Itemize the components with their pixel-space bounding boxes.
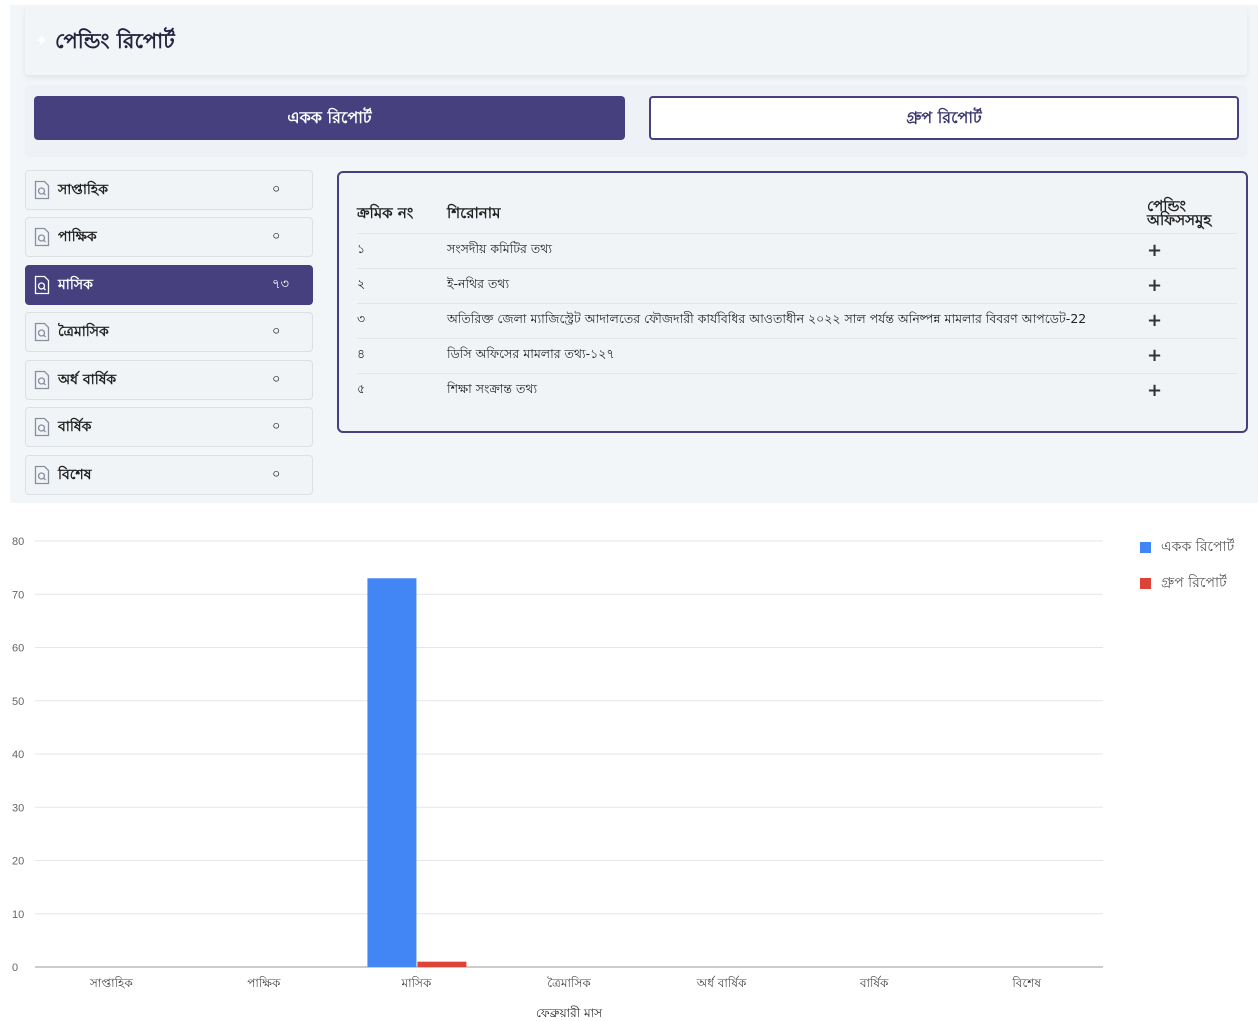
sidebar-item[interactable]: পাক্ষিক ০: [25, 217, 313, 257]
cell-title: ই-নথির তথ্য: [447, 268, 1147, 304]
legend-label: একক রিপোর্ট: [1161, 539, 1235, 555]
y-tick-label: 20: [12, 856, 24, 868]
y-tick-label: 0: [12, 962, 18, 974]
legend-label: গ্রুপ রিপোর্ট: [1161, 575, 1227, 591]
chart-legend: একক রিপোর্ট গ্রুপ রিপোর্ট: [1140, 537, 1234, 609]
legend-item[interactable]: একক রিপোর্ট: [1140, 537, 1234, 557]
legend-swatch: [1140, 577, 1151, 589]
x-tick-label: পাক্ষিক: [247, 976, 281, 990]
bar: [367, 578, 417, 967]
sidebar-item-label: বার্ষিক: [58, 419, 92, 435]
expand-offices-button[interactable]: +: [1147, 345, 1162, 366]
y-tick-label: 50: [12, 696, 24, 708]
title-card: ✦ পেন্ডিং রিপোর্ট: [25, 5, 1247, 75]
page-title: পেন্ডিং রিপোর্ট: [55, 29, 175, 53]
y-tick-label: 40: [12, 749, 24, 761]
pending-report-table: ক্রমিক নং শিরোনাম পেন্ডিং অফিসসমুহ ১ সংসদ…: [357, 193, 1237, 408]
x-tick-label: সাপ্তাহিক: [89, 976, 133, 990]
x-tick-label: ত্রৈমাসিক: [547, 976, 591, 990]
sidebar-item-label: অর্ধ বার্ষিক: [58, 372, 117, 388]
expand-offices-button[interactable]: +: [1147, 275, 1162, 296]
legend-swatch: [1140, 541, 1151, 553]
sidebar-item-count: ০: [272, 418, 281, 434]
sparkle-icon: ✦: [35, 31, 49, 50]
header-offices: পেন্ডিং অফিসসমুহ: [1147, 193, 1237, 234]
table-header-row: ক্রমিক নং শিরোনাম পেন্ডিং অফিসসমুহ: [357, 193, 1237, 234]
y-tick-label: 30: [12, 802, 24, 814]
table-row: ৪ ডিসি অফিসের মামলার তথ্য-১২৭ +: [357, 338, 1237, 374]
expand-offices-button[interactable]: +: [1147, 380, 1162, 401]
sidebar-item-count: ০: [272, 371, 281, 387]
document-search-icon: [34, 465, 50, 485]
sidebar-item[interactable]: বিশেষ ০: [25, 455, 313, 495]
table-row: ১ সংসদীয় কমিটির তথ্য +: [357, 233, 1237, 269]
header-serial: ক্রমিক নং: [357, 193, 447, 234]
table-row: ৫ শিক্ষা সংক্রান্ত তথ্য +: [357, 373, 1237, 408]
sidebar-item-count: ০: [272, 228, 281, 244]
tab-single-report[interactable]: একক রিপোর্ট: [34, 96, 625, 140]
cell-title: সংসদীয় কমিটির তথ্য: [447, 233, 1147, 269]
header-title: শিরোনাম: [447, 193, 1147, 234]
y-tick-label: 10: [12, 909, 24, 921]
sidebar-item[interactable]: সাপ্তাহিক ০: [25, 170, 313, 210]
table-body: ১ সংসদীয় কমিটির তথ্য +২ ই-নথির তথ্য +৩ অতিরি…: [357, 233, 1237, 408]
y-tick-label: 80: [12, 536, 24, 548]
report-type-tabs: একক রিপোর্ট গ্রুপ রিপোর্ট: [25, 85, 1247, 157]
cell-serial: ৩: [357, 303, 447, 339]
sidebar-item-label: ত্রৈমাসিক: [58, 324, 109, 340]
legend-item[interactable]: গ্রুপ রিপোর্ট: [1140, 573, 1234, 593]
sidebar-item-label: বিশেষ: [58, 467, 92, 483]
x-tick-label: বার্ষিক: [859, 976, 889, 990]
sidebar-item-count: ০: [272, 466, 281, 482]
x-tick-label: বিশেষ: [1011, 976, 1041, 990]
sidebar-item-count: ০: [272, 323, 281, 339]
sidebar-item[interactable]: বার্ষিক ০: [25, 407, 313, 447]
bar-chart-svg: 0 10 20 30 40 50 60 70 80 সাপ্তাহিক পাক্ষিক মাসিক ত্…: [12, 536, 1103, 1020]
cell-title: অতিরিক্ত জেলা ম্যাজিস্ট্রেট আদালতের ফৌজদ…: [447, 303, 1147, 339]
cell-title: শিক্ষা সংক্রান্ত তথ্য: [447, 380, 538, 396]
sidebar-item-label: সাপ্তাহিক: [58, 182, 109, 198]
sidebar-item[interactable]: মাসিক ৭৩: [25, 265, 313, 305]
table-row: ৩ অতিরিক্ত জেলা ম্যাজিস্ট্রেট আদালতের ফৌজ…: [357, 303, 1237, 339]
sidebar-item-count: ০: [272, 181, 281, 197]
cell-serial: ৪: [357, 338, 447, 374]
bar: [417, 961, 467, 967]
document-search-icon: [34, 322, 50, 342]
sidebar-item[interactable]: অর্ধ বার্ষিক ০: [25, 360, 313, 400]
sidebar-item[interactable]: ত্রৈমাসিক ০: [25, 312, 313, 352]
y-tick-label: 60: [12, 643, 24, 655]
expand-offices-button[interactable]: +: [1147, 310, 1162, 331]
expand-offices-button[interactable]: +: [1147, 240, 1162, 261]
document-search-icon: [34, 417, 50, 437]
cell-serial: ৫: [357, 380, 366, 396]
sidebar-item-count: ৭৩: [272, 276, 289, 292]
x-axis-label: ফেব্রুয়ারী মাস: [536, 1006, 603, 1020]
y-tick-label: 70: [12, 589, 24, 601]
pending-report-panel: ✦ পেন্ডিং রিপোর্ট একক রিপোর্ট গ্রুপ রিপো…: [10, 5, 1258, 503]
x-tick-label: অর্ধ বার্ষিক: [696, 976, 747, 990]
sidebar-item-label: পাক্ষিক: [58, 229, 97, 245]
table-row: ২ ই-নথির তথ্য +: [357, 268, 1237, 304]
document-search-icon: [34, 227, 50, 247]
tab-group-report[interactable]: গ্রুপ রিপোর্ট: [649, 96, 1239, 140]
pending-report-chart: 0 10 20 30 40 50 60 70 80 সাপ্তাহিক পাক্ষিক মাসিক ত্…: [0, 527, 1258, 1021]
sidebar-item-label: মাসিক: [58, 277, 93, 293]
cell-title: ডিসি অফিসের মামলার তথ্য-১২৭: [447, 338, 1147, 374]
cell-serial: ২: [357, 268, 447, 304]
pending-report-table-card: ক্রমিক নং শিরোনাম পেন্ডিং অফিসসমুহ ১ সংসদ…: [337, 171, 1248, 433]
document-search-icon: [34, 275, 50, 295]
x-tick-label: মাসিক: [400, 976, 432, 990]
cell-serial: ১: [357, 233, 447, 269]
document-search-icon: [34, 180, 50, 200]
document-search-icon: [34, 370, 50, 390]
